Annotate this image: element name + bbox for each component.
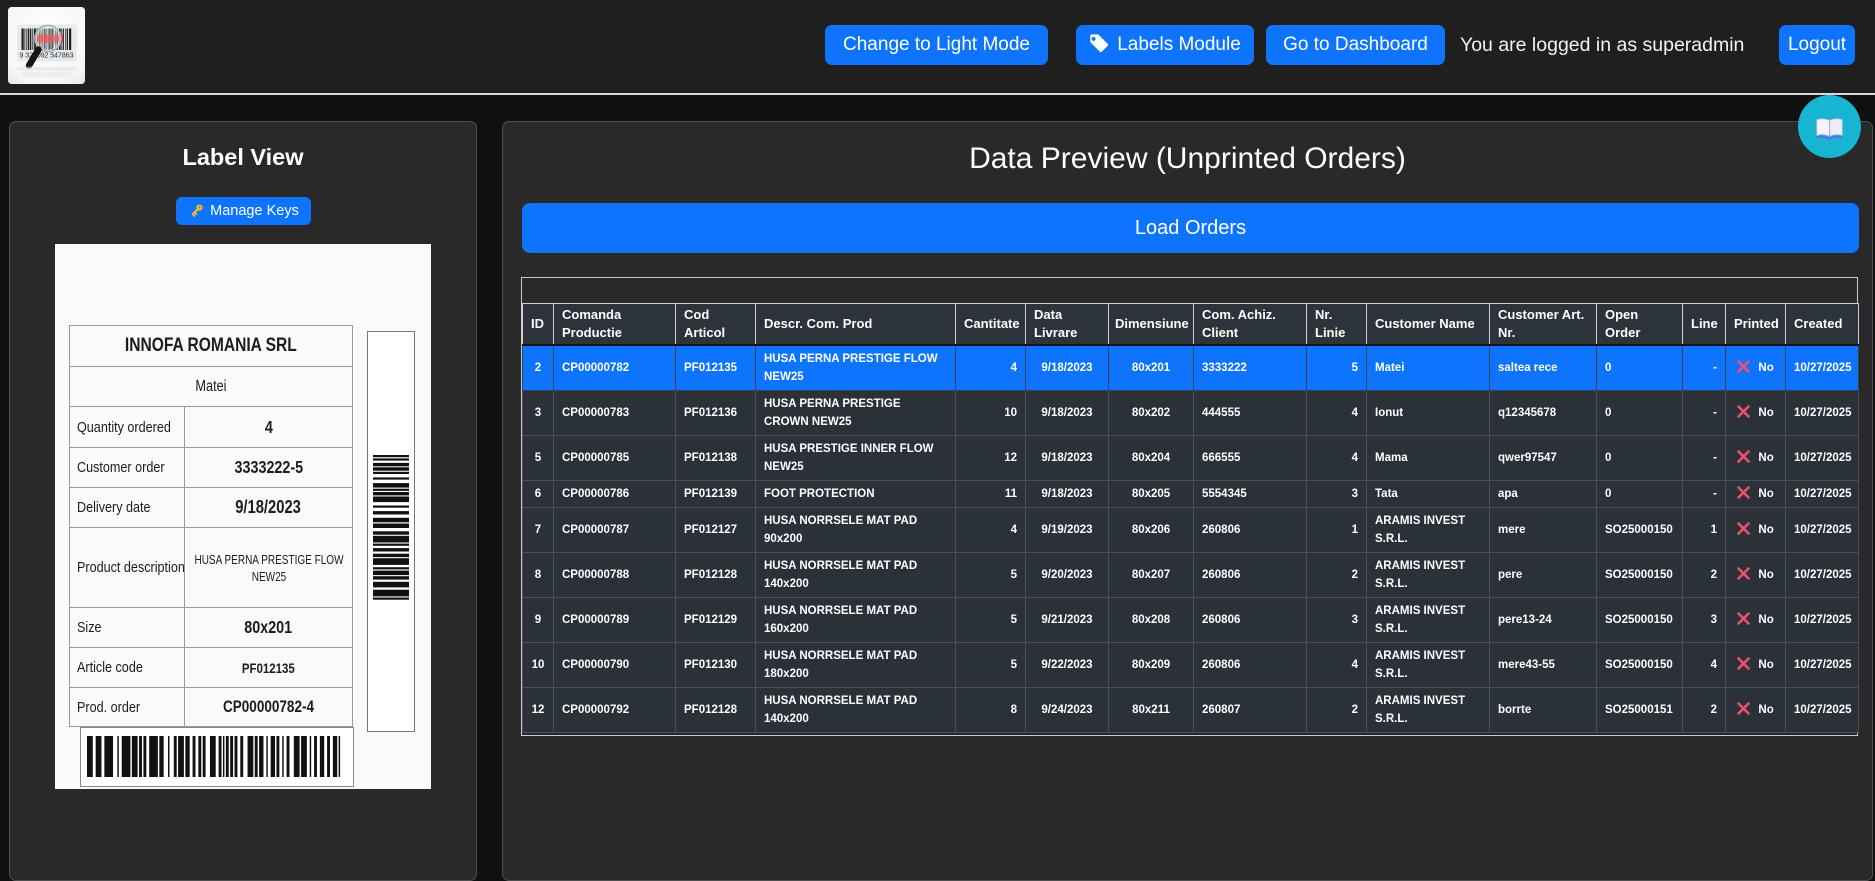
svg-text:9 325092 547863: 9 325092 547863 [20, 53, 74, 60]
